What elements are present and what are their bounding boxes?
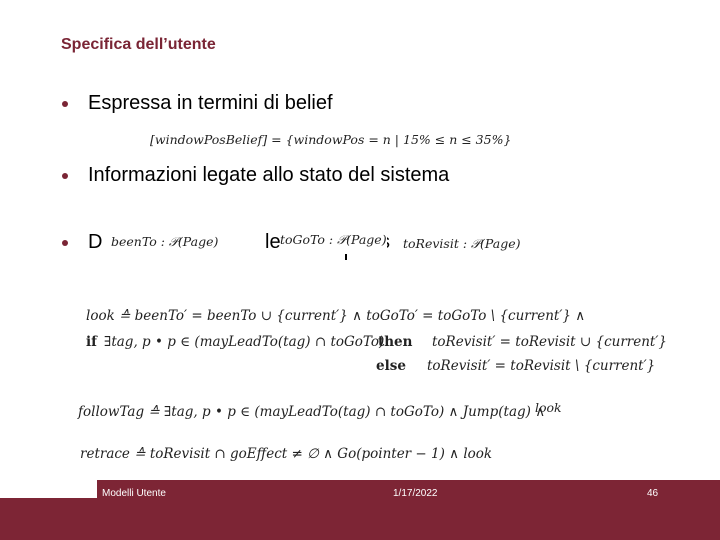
- bullet-item: Espressa in termini di belief: [62, 92, 333, 115]
- formula-look-then-expr: toRevisit′ = toRevisit ∪ {current′}: [432, 334, 668, 350]
- formula-followTag: followTag ≙ ∃tag, p • p ∈ (mayLeadTo(tag…: [78, 404, 546, 420]
- formula-look-then: then: [378, 334, 413, 350]
- formula-retrace: retrace ≙ toRevisit ∩ goEffect ≠ ∅ ∧ Go(…: [80, 446, 493, 462]
- bullet-item: Informazioni legate allo stato del siste…: [62, 164, 449, 187]
- slide-title: Specifica dell’utente: [61, 36, 216, 53]
- formula-look-cond: ∃tag, p • p ∈ (mayLeadTo(tag) ∩ toGoTo): [104, 334, 385, 350]
- bullet-text: Espressa in termini di belief: [88, 92, 333, 114]
- footer-band: [0, 498, 720, 540]
- bullet-dot-icon: [62, 172, 68, 179]
- bullet-item: D: [62, 231, 102, 254]
- bullet-text-fragment-2: le: [265, 231, 281, 253]
- slide-number: 46: [647, 488, 659, 499]
- formula-toRevisit: toRevisit : 𝒫(Page): [403, 236, 521, 252]
- footer-date: 1/17/2022: [393, 488, 438, 499]
- formula-look-if: if: [86, 334, 97, 350]
- text-remnant: [345, 254, 347, 260]
- bullet-text-fragment: D: [88, 231, 103, 253]
- formula-followTag-look: look: [535, 400, 562, 415]
- formula-belief: [windowPosBelief] = {windowPos = n | 15%…: [150, 132, 512, 147]
- formula-look-else-expr: toRevisit′ = toRevisit \ {current′}: [427, 358, 656, 374]
- bullet-dot-icon: [62, 100, 68, 107]
- footer-title: Modelli Utente: [102, 488, 166, 499]
- formula-look-else: else: [376, 358, 406, 374]
- formula-toGoTo: toGoTo : 𝒫(Page): [280, 232, 387, 248]
- formula-look-line1: look ≙ beenTo′ = beenTo ∪ {current′} ∧ t…: [86, 308, 586, 324]
- bullet-text: Informazioni legate allo stato del siste…: [88, 164, 450, 186]
- formula-beenTo: beenTo : 𝒫(Page): [111, 234, 219, 250]
- bullet-dot-icon: [62, 239, 68, 246]
